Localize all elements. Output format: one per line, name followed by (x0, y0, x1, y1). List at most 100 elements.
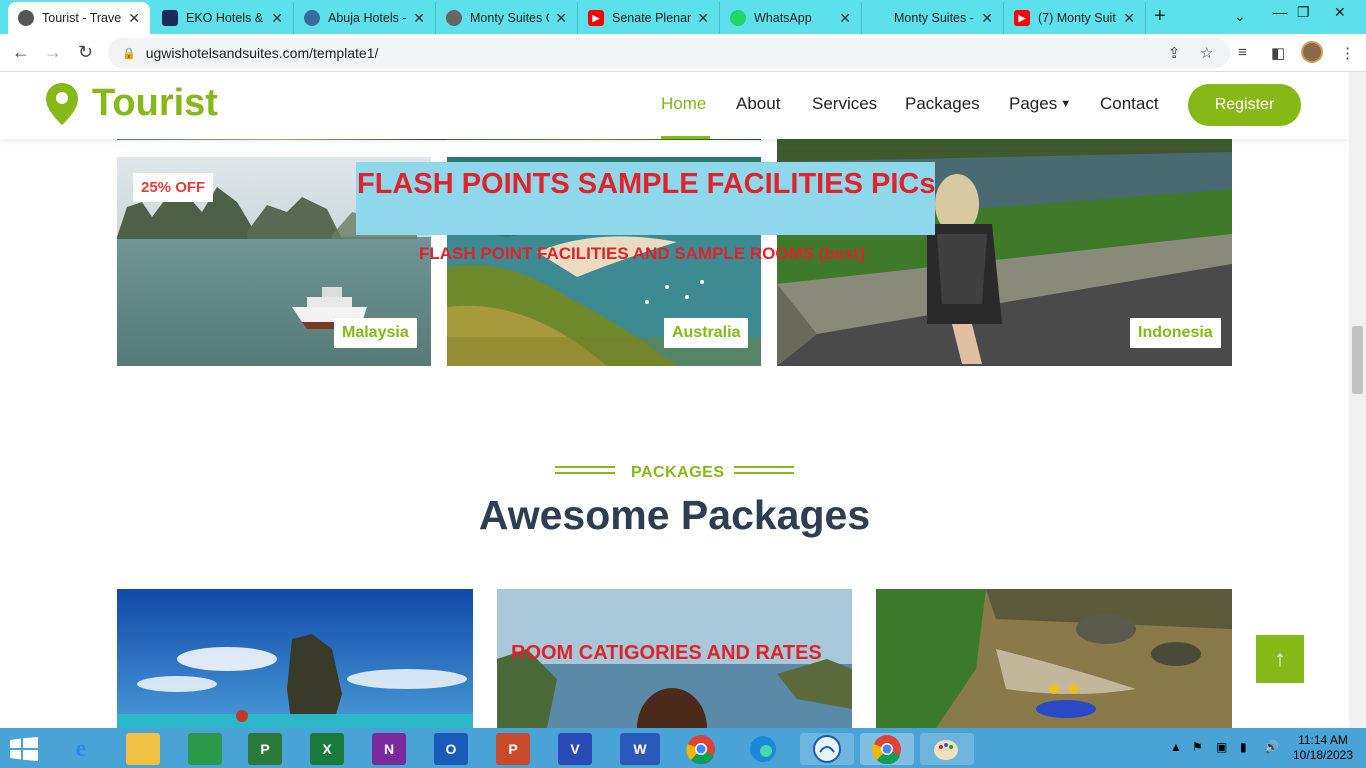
tab-eko[interactable]: EKO Hotels & ✕ (152, 2, 294, 34)
network-icon[interactable]: ▣ (1216, 740, 1227, 754)
tab-whatsapp[interactable]: WhatsApp ✕ (720, 2, 862, 34)
window-close-icon[interactable]: ✕ (1334, 4, 1346, 21)
nav-services[interactable]: Services (812, 94, 877, 114)
clock-date: 10/18/2023 (1292, 748, 1354, 762)
url-field[interactable]: 🔒 ugwishotelsandsuites.com/template1/ (108, 38, 1230, 68)
tray-expand-icon[interactable]: ▲ (1170, 740, 1182, 754)
windows-taskbar: e P X N O P V W ▲ ⚑ ▣ ▮ 🔊 11:14 AM 10/18… (0, 728, 1366, 768)
destination-label-malaysia[interactable]: Malaysia (334, 318, 417, 348)
tab-tourist[interactable]: Tourist - Travel ✕ (8, 2, 150, 34)
scrollbar-track[interactable] (1349, 72, 1366, 728)
visio-icon[interactable]: V (558, 733, 592, 765)
minimize-icon[interactable]: — (1273, 4, 1287, 20)
nav-pages-label: Pages (1009, 94, 1058, 113)
nav-packages[interactable]: Packages (905, 94, 980, 114)
photos-icon[interactable] (800, 733, 854, 765)
paint-icon[interactable] (920, 733, 974, 765)
flash-title: FLASH POINTS SAMPLE FACILITIES PICs (357, 168, 936, 200)
section-divider (734, 466, 794, 468)
file-explorer-icon[interactable] (126, 733, 160, 765)
register-button[interactable]: Register (1188, 84, 1301, 126)
signal-icon[interactable]: ▮ (1240, 740, 1247, 754)
site-navbar: Tourist Home About Services Packages Pag… (0, 72, 1349, 139)
forward-icon[interactable]: → (44, 42, 62, 63)
browser-tab-bar: Tourist - Travel ✕ EKO Hotels & ✕ Abuja … (0, 0, 1366, 34)
close-icon[interactable]: ✕ (555, 10, 567, 27)
nav-home[interactable]: Home (661, 94, 706, 114)
scrollbar-thumb[interactable] (1352, 326, 1363, 394)
reload-icon[interactable]: ↻ (78, 42, 93, 63)
room-categories-text: ROOM CATIGORIES AND RATES (511, 642, 822, 664)
close-icon[interactable]: ✕ (413, 10, 425, 27)
packages-label: PACKAGES (631, 464, 725, 481)
volume-icon[interactable]: 🔊 (1264, 740, 1279, 754)
chrome-active-icon[interactable] (860, 733, 914, 765)
tab-monty-yt[interactable]: ▶ (7) Monty Suit ✕ (1004, 2, 1146, 34)
map-pin-icon (46, 82, 78, 125)
close-icon[interactable]: ✕ (271, 10, 283, 27)
profile-avatar[interactable] (1301, 41, 1323, 63)
edge-icon[interactable] (746, 733, 780, 765)
destination-label-indonesia[interactable]: Indonesia (1130, 318, 1221, 348)
word-icon[interactable]: W (620, 733, 660, 765)
close-icon[interactable]: ✕ (128, 10, 140, 27)
logo-text: Tourist (92, 82, 218, 124)
address-bar-row: ← → ↻ 🔒 ugwishotelsandsuites.com/templat… (0, 34, 1366, 72)
side-panel-icon[interactable]: ◧ (1271, 44, 1285, 62)
youtube-icon: ▶ (588, 10, 604, 26)
powerpoint-icon[interactable]: P (496, 733, 530, 765)
tab-title: Abuja Hotels - (328, 11, 407, 25)
tab-monty[interactable]: Monty Suites - ✕ (862, 2, 1004, 34)
outlook-icon[interactable]: O (434, 733, 468, 765)
tab-title: Monty Suites C (470, 11, 550, 25)
close-icon[interactable]: ✕ (1123, 10, 1135, 27)
tab-search-icon[interactable]: ⌄ (1234, 8, 1246, 25)
rafting-photo (876, 589, 1232, 728)
menu-dots-icon[interactable]: ⋮ (1340, 44, 1355, 62)
tab-abuja[interactable]: Abuja Hotels - ✕ (294, 2, 436, 34)
tab-monty-c[interactable]: Monty Suites C ✕ (436, 2, 578, 34)
youtube-icon: ▶ (1014, 10, 1030, 26)
package-image-1[interactable] (117, 589, 473, 728)
tab-title: (7) Monty Suit (1038, 11, 1116, 25)
abuja-favicon (304, 10, 320, 26)
store-icon[interactable] (188, 733, 222, 765)
taskbar-clock[interactable]: 11:14 AM 10/18/2023 (1292, 733, 1354, 763)
tab-title: EKO Hotels & (186, 11, 264, 25)
reading-list-icon[interactable]: ≡ (1238, 44, 1247, 61)
tab-title: Tourist - Travel (42, 11, 123, 25)
back-to-top-button[interactable]: ↑ (1256, 635, 1304, 683)
flag-icon[interactable]: ⚑ (1192, 740, 1203, 754)
bookmark-star-icon[interactable]: ☆ (1200, 44, 1213, 62)
package-image-3[interactable] (876, 589, 1232, 728)
close-icon[interactable]: ✕ (697, 10, 709, 27)
nav-about[interactable]: About (736, 94, 780, 114)
close-icon[interactable]: ✕ (839, 10, 851, 27)
lock-icon: 🔒 (122, 47, 136, 60)
url-text: ugwishotelsandsuites.com/template1/ (145, 45, 379, 61)
tab-title: Senate Plenary (612, 11, 692, 25)
chrome-icon[interactable] (684, 733, 718, 765)
discount-badge: 25% OFF (133, 173, 214, 202)
clock-time: 11:14 AM (1298, 733, 1348, 747)
excel-icon[interactable]: X (310, 733, 344, 765)
back-icon[interactable]: ← (12, 42, 30, 63)
site-logo[interactable]: Tourist (46, 82, 218, 125)
project-icon[interactable]: P (248, 733, 282, 765)
nav-contact[interactable]: Contact (1100, 94, 1159, 114)
caret-down-icon: ▼ (1060, 98, 1072, 110)
section-divider (734, 472, 794, 474)
page-viewport: 25% OFF Malaysia Australia Indonesia FLA… (0, 72, 1349, 728)
destination-label-australia[interactable]: Australia (664, 318, 749, 348)
onenote-icon[interactable]: N (372, 733, 406, 765)
new-tab-button[interactable]: + (1154, 5, 1166, 28)
internet-explorer-icon[interactable]: e (64, 733, 98, 765)
tourist-favicon (18, 10, 34, 26)
restore-icon[interactable]: ❐ (1297, 4, 1310, 21)
windows-start-icon[interactable] (10, 737, 38, 761)
tab-senate[interactable]: ▶ Senate Plenary ✕ (578, 2, 720, 34)
tab-title: WhatsApp (754, 11, 812, 25)
share-icon[interactable]: ⇪ (1168, 44, 1181, 62)
close-icon[interactable]: ✕ (981, 10, 993, 27)
nav-pages[interactable]: Pages ▼ (1009, 94, 1071, 114)
